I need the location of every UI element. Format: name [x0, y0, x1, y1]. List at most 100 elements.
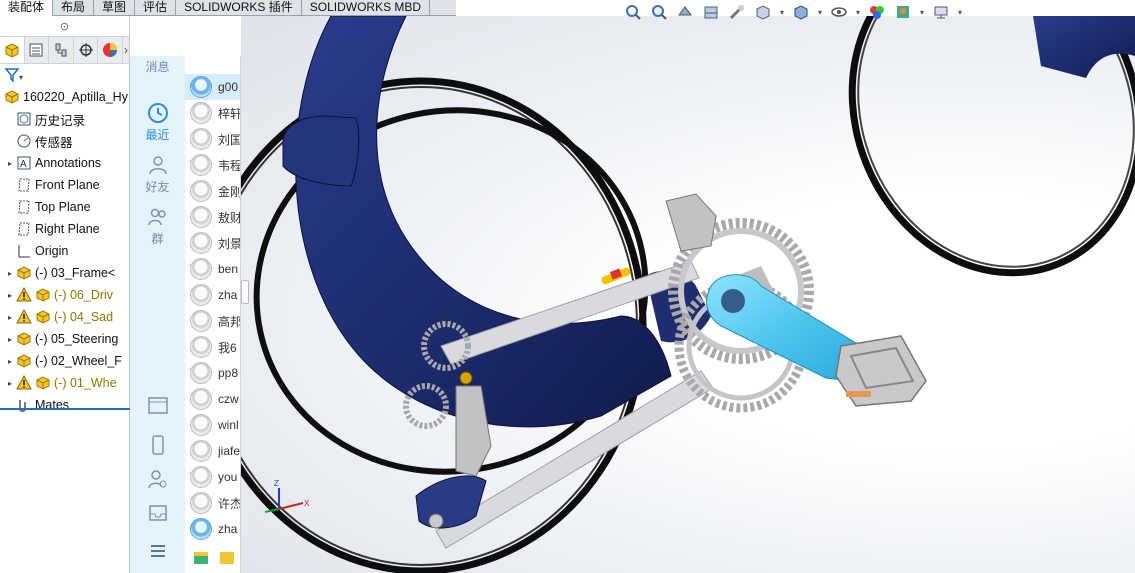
expand-caret-icon[interactable]: ▸: [4, 291, 16, 300]
tree-item[interactable]: ▸ (-) 04_Sad: [0, 306, 129, 328]
chat-nav-messages[interactable]: 消息: [130, 56, 185, 75]
chat-contact-row[interactable]: czw: [185, 386, 240, 412]
chat-contact-row[interactable]: pp8: [185, 360, 240, 386]
dimxpert-icon[interactable]: [74, 37, 99, 63]
tree-item[interactable]: ▸ (-) 05_Steering: [0, 328, 129, 350]
chat-contact-row[interactable]: 我6: [185, 334, 240, 360]
tree-item-label: 160220_Aptilla_Hy: [23, 90, 128, 104]
chat-nav-recent[interactable]: 最近: [130, 102, 185, 143]
chat-contact-list: g00 梓轩 刘国 韦程 金刚 敖财 刘景 ben zha 高邦 我6 pp8 czw winl jiafe…: [185, 56, 241, 573]
chat-contact-row[interactable]: ben: [185, 256, 240, 282]
contact-name: 金刚: [218, 184, 240, 199]
svg-text:Z: Z: [274, 479, 279, 488]
filter-icon[interactable]: ▾: [0, 64, 129, 86]
chevron-down-icon[interactable]: ▾: [918, 1, 926, 23]
recent-clock-icon: [147, 103, 168, 123]
tree-item[interactable]: 160220_Aptilla_Hy: [0, 86, 129, 108]
tree-item-label: (-) 02_Wheel_F: [35, 354, 122, 368]
chevron-down-icon[interactable]: ▾: [778, 1, 786, 23]
panel-grip-icon[interactable]: ⊙: [0, 16, 129, 36]
tree-item[interactable]: ▸ A Annotations: [0, 152, 129, 174]
tree-item[interactable]: Mates: [0, 394, 129, 416]
chat-contact-row[interactable]: 高邦: [185, 308, 240, 334]
previous-view-icon[interactable]: [674, 1, 696, 23]
view-settings-icon[interactable]: [930, 1, 952, 23]
contact-name: 高邦: [218, 314, 240, 329]
tab-solidworks-mbd[interactable]: SOLIDWORKS MBD: [302, 0, 431, 16]
tree-item[interactable]: ▸ (-) 06_Driv: [0, 284, 129, 306]
chat-contact-row[interactable]: 金刚: [185, 178, 240, 204]
mates-icon: [16, 397, 32, 413]
chevron-down-icon[interactable]: ▾: [816, 1, 824, 23]
chevron-down-icon[interactable]: ▾: [854, 1, 862, 23]
expand-caret-icon[interactable]: ▸: [4, 335, 16, 344]
subassembly-icon: [16, 353, 32, 369]
tab-layout[interactable]: 布局: [53, 0, 95, 16]
zoom-to-area-icon[interactable]: [648, 1, 670, 23]
chat-contact-row[interactable]: 敖财: [185, 204, 240, 230]
heads-up-view-toolbar: ▾ ▾ ▾ ▾ ▾: [622, 0, 964, 24]
chat-contact-row[interactable]: 刘国: [185, 126, 240, 152]
zoom-to-fit-icon[interactable]: [622, 1, 644, 23]
subassembly-icon: [16, 331, 32, 347]
chat-nav-friends[interactable]: 好友: [130, 154, 185, 195]
tree-item-label: (-) 06_Driv: [54, 288, 114, 302]
phone-icon[interactable]: [130, 434, 185, 456]
tree-item[interactable]: ▸ (-) 01_Whe: [0, 372, 129, 394]
expand-caret-icon[interactable]: ▸: [4, 313, 16, 322]
avatar: [190, 388, 212, 410]
contact-search-icon[interactable]: [130, 468, 185, 490]
tree-item[interactable]: ▸ (-) 03_Frame<: [0, 262, 129, 284]
tab-assembly[interactable]: 装配体: [0, 0, 54, 16]
tree-item[interactable]: ▸ (-) 02_Wheel_F: [0, 350, 129, 372]
chat-contact-row[interactable]: 韦程: [185, 152, 240, 178]
chat-contact-row[interactable]: you: [185, 464, 240, 490]
hide-show-icon[interactable]: [828, 1, 850, 23]
featuremanager-tree-icon[interactable]: [0, 37, 25, 63]
section-view-icon[interactable]: [700, 1, 722, 23]
chat-contact-row[interactable]: winl: [185, 412, 240, 438]
chat-contact-row[interactable]: g00: [185, 74, 240, 100]
screen-icon[interactable]: [130, 396, 185, 416]
expand-caret-icon[interactable]: ▸: [4, 159, 16, 168]
chat-contact-row[interactable]: zha: [185, 516, 240, 542]
app-icon[interactable]: [219, 551, 235, 565]
display-manager-icon[interactable]: [98, 37, 123, 63]
view-tools-icon[interactable]: [726, 1, 748, 23]
chat-contact-row[interactable]: jiafe: [185, 438, 240, 464]
tree-item[interactable]: Front Plane: [0, 174, 129, 196]
tree-item[interactable]: Right Plane: [0, 218, 129, 240]
front-derailleur: [665, 193, 717, 252]
chat-nav-groups[interactable]: 群: [130, 206, 185, 247]
chat-contact-row[interactable]: 梓轩: [185, 100, 240, 126]
chevron-right-icon[interactable]: ›: [123, 43, 129, 57]
avatar: [190, 492, 212, 514]
tree-item[interactable]: Origin: [0, 240, 129, 262]
chat-contact-row[interactable]: zha: [185, 282, 240, 308]
avatar: [190, 336, 212, 358]
tree-item[interactable]: 传感器: [0, 130, 129, 152]
chat-contact-row[interactable]: 许杰: [185, 490, 240, 516]
tree-item[interactable]: Top Plane: [0, 196, 129, 218]
propertymanager-icon[interactable]: [25, 37, 50, 63]
chevron-down-icon[interactable]: ▾: [956, 1, 964, 23]
expand-caret-icon[interactable]: ▸: [4, 269, 16, 278]
expand-caret-icon[interactable]: ▸: [4, 357, 16, 366]
app-icon[interactable]: [193, 551, 209, 565]
apply-scene-icon[interactable]: [892, 1, 914, 23]
tree-item[interactable]: 历史记录: [0, 108, 129, 130]
display-style-icon[interactable]: [752, 1, 774, 23]
view-orientation-icon[interactable]: [790, 1, 812, 23]
tab-sketch[interactable]: 草图: [94, 0, 136, 16]
panel-collapse-handle[interactable]: [241, 280, 249, 304]
chat-contact-row[interactable]: 刘景: [185, 230, 240, 256]
expand-caret-icon[interactable]: ▸: [4, 379, 16, 388]
configurationmanager-icon[interactable]: [49, 37, 74, 63]
avatar: [190, 102, 212, 124]
edit-appearance-icon[interactable]: [866, 1, 888, 23]
inbox-icon[interactable]: [130, 502, 185, 524]
tab-evaluate[interactable]: 评估: [135, 0, 177, 16]
menu-icon[interactable]: [130, 540, 185, 562]
tab-solidworks-addins[interactable]: SOLIDWORKS 插件: [176, 0, 302, 16]
graphics-area[interactable]: Z X: [241, 16, 1135, 573]
